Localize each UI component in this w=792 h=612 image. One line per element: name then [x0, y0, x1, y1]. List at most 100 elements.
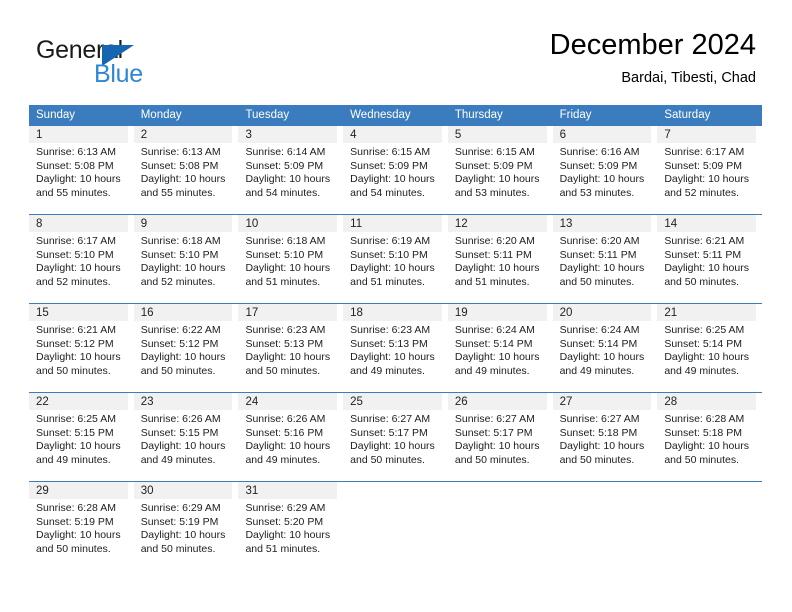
day-number: 30	[133, 482, 233, 499]
day-details: Sunrise: 6:26 AM Sunset: 5:16 PM Dayligh…	[238, 410, 337, 467]
day-details: Sunrise: 6:20 AM Sunset: 5:11 PM Dayligh…	[553, 232, 652, 289]
day-number: 18	[343, 304, 442, 321]
day-number: 10	[238, 215, 338, 232]
daylight-text-line1: Daylight: 10 hours	[350, 440, 435, 453]
day-details: Sunrise: 6:23 AM Sunset: 5:13 PM Dayligh…	[238, 321, 337, 378]
day-cell[interactable]: 6 Sunrise: 6:16 AM Sunset: 5:09 PM Dayli…	[552, 126, 658, 207]
sunset-text: Sunset: 5:10 PM	[350, 248, 428, 261]
sunrise-text: Sunrise: 6:13 AM	[36, 146, 116, 158]
sunset-text: Sunset: 5:10 PM	[245, 248, 324, 261]
sunset-text: Sunset: 5:19 PM	[140, 515, 219, 528]
day-number: 15	[29, 304, 128, 321]
day-cell[interactable]: 11 Sunrise: 6:19 AM Sunset: 5:10 PM Dayl…	[343, 215, 448, 296]
day-number: 4	[343, 126, 442, 143]
day-cell[interactable]: 19 Sunrise: 6:24 AM Sunset: 5:14 PM Dayl…	[447, 304, 553, 385]
day-details: Sunrise: 6:13 AM Sunset: 5:08 PM Dayligh…	[134, 143, 233, 200]
daylight-text-line2: and 53 minutes.	[559, 186, 635, 199]
sunset-text: Sunset: 5:12 PM	[36, 337, 114, 350]
day-cell[interactable]: 8 Sunrise: 6:17 AM Sunset: 5:10 PM Dayli…	[29, 215, 134, 296]
day-cell[interactable]: 12 Sunrise: 6:20 AM Sunset: 5:11 PM Dayl…	[447, 215, 553, 296]
day-number: 22	[29, 393, 128, 410]
day-number: 29	[29, 482, 128, 499]
weekday-header-thursday: Thursday	[454, 109, 503, 121]
daylight-text-line2: and 49 minutes.	[245, 453, 321, 466]
sunset-text: Sunset: 5:17 PM	[454, 426, 533, 439]
daylight-text-line2: and 50 minutes.	[454, 453, 530, 466]
daylight-text-line2: and 49 minutes.	[140, 453, 216, 466]
daylight-text-line1: Daylight: 10 hours	[559, 440, 645, 453]
day-cell[interactable]: 10 Sunrise: 6:18 AM Sunset: 5:10 PM Dayl…	[238, 215, 343, 296]
sunset-text: Sunset: 5:08 PM	[36, 159, 114, 172]
day-cell[interactable]: 17 Sunrise: 6:23 AM Sunset: 5:13 PM Dayl…	[238, 304, 343, 385]
day-cell[interactable]: 14 Sunrise: 6:21 AM Sunset: 5:11 PM Dayl…	[657, 215, 762, 296]
week-row: 22 Sunrise: 6:25 AM Sunset: 5:15 PM Dayl…	[29, 392, 762, 474]
day-cell[interactable]: 2 Sunrise: 6:13 AM Sunset: 5:08 PM Dayli…	[133, 126, 239, 207]
day-details: Sunrise: 6:15 AM Sunset: 5:09 PM Dayligh…	[448, 143, 547, 200]
day-cell[interactable]: 30 Sunrise: 6:29 AM Sunset: 5:19 PM Dayl…	[133, 482, 239, 563]
sunset-text: Sunset: 5:18 PM	[664, 426, 742, 439]
day-number: 24	[238, 393, 338, 410]
sunrise-text: Sunrise: 6:24 AM	[559, 324, 640, 336]
day-cell[interactable]: 27 Sunrise: 6:27 AM Sunset: 5:18 PM Dayl…	[552, 393, 658, 474]
daylight-text-line1: Daylight: 10 hours	[454, 440, 540, 453]
daylight-text-line1: Daylight: 10 hours	[559, 351, 645, 364]
day-cell[interactable]: 22 Sunrise: 6:25 AM Sunset: 5:15 PM Dayl…	[29, 393, 134, 474]
day-number: 8	[29, 215, 128, 232]
weekday-header-tuesday: Tuesday	[245, 109, 290, 121]
logo-text-blue: Blue	[94, 60, 143, 88]
day-cell[interactable]: 23 Sunrise: 6:26 AM Sunset: 5:15 PM Dayl…	[133, 393, 239, 474]
day-cell[interactable]: 3 Sunrise: 6:14 AM Sunset: 5:09 PM Dayli…	[238, 126, 343, 207]
day-cell[interactable]: 13 Sunrise: 6:20 AM Sunset: 5:11 PM Dayl…	[552, 215, 658, 296]
sunset-text: Sunset: 5:14 PM	[559, 337, 638, 350]
day-cell[interactable]: 5 Sunrise: 6:15 AM Sunset: 5:09 PM Dayli…	[447, 126, 553, 207]
day-cell[interactable]: 15 Sunrise: 6:21 AM Sunset: 5:12 PM Dayl…	[29, 304, 134, 385]
sunrise-text: Sunrise: 6:25 AM	[36, 413, 116, 425]
daylight-text-line2: and 50 minutes.	[36, 364, 111, 377]
day-details: Sunrise: 6:18 AM Sunset: 5:10 PM Dayligh…	[134, 232, 233, 289]
sunset-text: Sunset: 5:14 PM	[454, 337, 533, 350]
daylight-text-line2: and 49 minutes.	[454, 364, 530, 377]
day-number: 2	[133, 126, 233, 143]
day-cell[interactable]: 4 Sunrise: 6:15 AM Sunset: 5:09 PM Dayli…	[343, 126, 448, 207]
day-cell[interactable]: 21 Sunrise: 6:25 AM Sunset: 5:14 PM Dayl…	[657, 304, 762, 385]
sunrise-text: Sunrise: 6:27 AM	[350, 413, 431, 425]
title-block: December 2024 Bardai, Tibesti, Chad	[550, 28, 756, 88]
day-cell-empty	[343, 482, 448, 563]
daylight-text-line2: and 52 minutes.	[36, 275, 111, 288]
sunrise-text: Sunrise: 6:26 AM	[245, 413, 326, 425]
day-cell[interactable]: 31 Sunrise: 6:29 AM Sunset: 5:20 PM Dayl…	[238, 482, 343, 563]
day-cell[interactable]: 18 Sunrise: 6:23 AM Sunset: 5:13 PM Dayl…	[343, 304, 448, 385]
day-cell[interactable]: 9 Sunrise: 6:18 AM Sunset: 5:10 PM Dayli…	[133, 215, 239, 296]
day-cell[interactable]: 28 Sunrise: 6:28 AM Sunset: 5:18 PM Dayl…	[657, 393, 762, 474]
day-number: 21	[657, 304, 757, 321]
sunset-text: Sunset: 5:15 PM	[36, 426, 114, 439]
day-cell[interactable]: 29 Sunrise: 6:28 AM Sunset: 5:19 PM Dayl…	[29, 482, 134, 563]
weekday-header-saturday: Saturday	[664, 109, 711, 121]
day-cell[interactable]: 20 Sunrise: 6:24 AM Sunset: 5:14 PM Dayl…	[552, 304, 658, 385]
day-cell[interactable]: 7 Sunrise: 6:17 AM Sunset: 5:09 PM Dayli…	[657, 126, 762, 207]
day-cell[interactable]: 25 Sunrise: 6:27 AM Sunset: 5:17 PM Dayl…	[343, 393, 448, 474]
daylight-text-line1: Daylight: 10 hours	[36, 173, 121, 186]
daylight-text-line2: and 53 minutes.	[454, 186, 530, 199]
sunset-text: Sunset: 5:13 PM	[350, 337, 428, 350]
daylight-text-line2: and 50 minutes.	[245, 364, 321, 377]
sunrise-text: Sunrise: 6:21 AM	[36, 324, 116, 336]
day-number: 19	[447, 304, 547, 321]
daylight-text-line2: and 55 minutes.	[36, 186, 111, 199]
day-cell[interactable]: 1 Sunrise: 6:13 AM Sunset: 5:08 PM Dayli…	[29, 126, 134, 207]
weekday-header-monday: Monday	[140, 109, 182, 121]
day-details: Sunrise: 6:28 AM Sunset: 5:18 PM Dayligh…	[657, 410, 756, 467]
day-cell[interactable]: 16 Sunrise: 6:22 AM Sunset: 5:12 PM Dayl…	[133, 304, 239, 385]
daylight-text-line1: Daylight: 10 hours	[454, 173, 540, 186]
daylight-text-line2: and 52 minutes.	[664, 186, 740, 199]
daylight-text-line2: and 50 minutes.	[559, 453, 635, 466]
day-details: Sunrise: 6:27 AM Sunset: 5:18 PM Dayligh…	[553, 410, 652, 467]
weekday-header-friday: Friday	[559, 109, 592, 121]
sunset-text: Sunset: 5:17 PM	[350, 426, 428, 439]
sunset-text: Sunset: 5:09 PM	[664, 159, 742, 172]
day-cell[interactable]: 24 Sunrise: 6:26 AM Sunset: 5:16 PM Dayl…	[238, 393, 343, 474]
day-number: 26	[447, 393, 547, 410]
day-cell[interactable]: 26 Sunrise: 6:27 AM Sunset: 5:17 PM Dayl…	[447, 393, 553, 474]
day-details: Sunrise: 6:25 AM Sunset: 5:14 PM Dayligh…	[657, 321, 756, 378]
general-blue-logo[interactable]: General Blue	[36, 36, 196, 92]
